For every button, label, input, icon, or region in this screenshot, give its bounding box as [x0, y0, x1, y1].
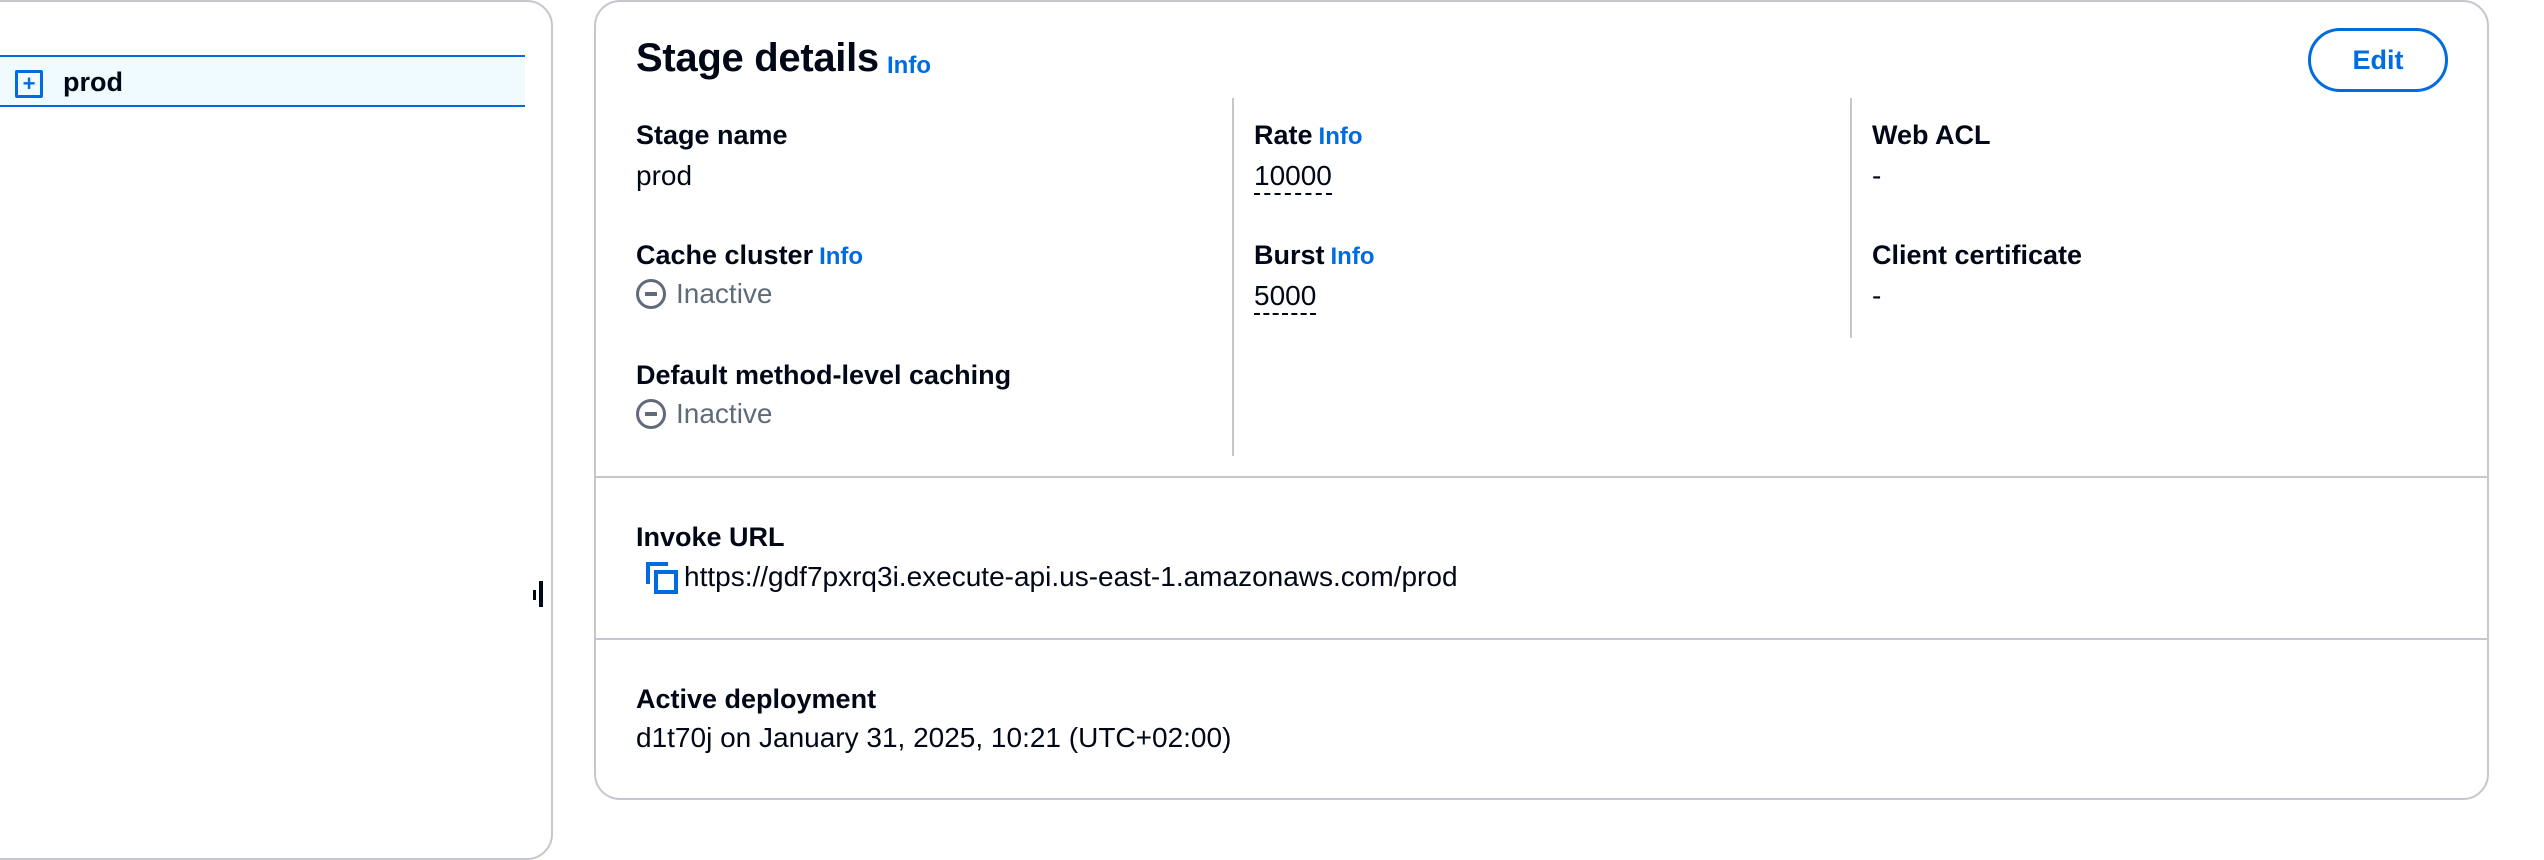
client-certificate-label: Client certificate — [1872, 240, 2082, 271]
default-caching-value: Inactive — [676, 398, 773, 429]
web-acl-label-text: Web ACL — [1872, 120, 1991, 150]
tree-item-prod[interactable]: + prod — [0, 55, 525, 107]
minus-circle-icon — [636, 279, 666, 309]
invoke-url-value: https://gdf7pxrq3i.execute-api.us-east-1… — [684, 561, 1458, 592]
stage-details-card: Stage details Info Edit Stage name prod … — [594, 0, 2489, 800]
cache-cluster-status: Inactive — [636, 278, 773, 310]
rate-label: Rate Info — [1254, 120, 1363, 151]
cache-cluster-label: Cache cluster Info — [636, 240, 863, 271]
rate-info-link[interactable]: Info — [1319, 123, 1363, 150]
client-certificate-label-text: Client certificate — [1872, 240, 2083, 270]
stage-name-label-text: Stage name — [636, 120, 788, 150]
active-deployment-label: Active deployment — [636, 684, 876, 715]
plus-square-icon[interactable]: + — [15, 70, 43, 98]
burst-label: Burst Info — [1254, 240, 1375, 271]
default-caching-label: Default method-level caching — [636, 360, 1011, 391]
web-acl-label: Web ACL — [1872, 120, 1991, 151]
resize-handle-icon[interactable] — [533, 581, 547, 607]
cache-cluster-info-link[interactable]: Info — [819, 243, 863, 270]
copy-icon[interactable] — [644, 560, 678, 594]
stage-details-info-link[interactable]: Info — [887, 52, 931, 80]
client-certificate-value: - — [1872, 280, 1882, 311]
burst-value[interactable]: 5000 — [1254, 280, 1317, 315]
invoke-url-label: Invoke URL — [636, 522, 785, 553]
rate-value-container: 10000 — [1254, 160, 1332, 195]
burst-value-container: 5000 — [1254, 280, 1317, 315]
stage-name-value: prod — [636, 160, 693, 191]
web-acl-value: - — [1872, 160, 1882, 191]
section-divider — [596, 476, 2487, 478]
column-divider — [1850, 98, 1852, 338]
default-caching-label-text: Default method-level caching — [636, 360, 1012, 390]
rate-label-text: Rate — [1254, 120, 1313, 150]
cache-cluster-value: Inactive — [676, 278, 773, 309]
rate-value[interactable]: 10000 — [1254, 160, 1332, 195]
invoke-url-label-text: Invoke URL — [636, 522, 785, 552]
minus-circle-icon — [636, 399, 666, 429]
edit-button[interactable]: Edit — [2308, 28, 2448, 92]
stage-name-label: Stage name — [636, 120, 788, 151]
cache-cluster-label-text: Cache cluster — [636, 240, 814, 270]
default-caching-status: Inactive — [636, 398, 773, 430]
tree-item-label: prod — [63, 67, 123, 97]
section-divider — [596, 638, 2487, 640]
resources-panel: + prod — [0, 0, 553, 860]
burst-label-text: Burst — [1254, 240, 1325, 270]
page-title: Stage details — [636, 36, 879, 80]
active-deployment-label-text: Active deployment — [636, 684, 877, 714]
burst-info-link[interactable]: Info — [1331, 243, 1375, 270]
active-deployment-value: d1t70j on January 31, 2025, 10:21 (UTC+0… — [636, 722, 1232, 753]
column-divider — [1232, 98, 1234, 456]
